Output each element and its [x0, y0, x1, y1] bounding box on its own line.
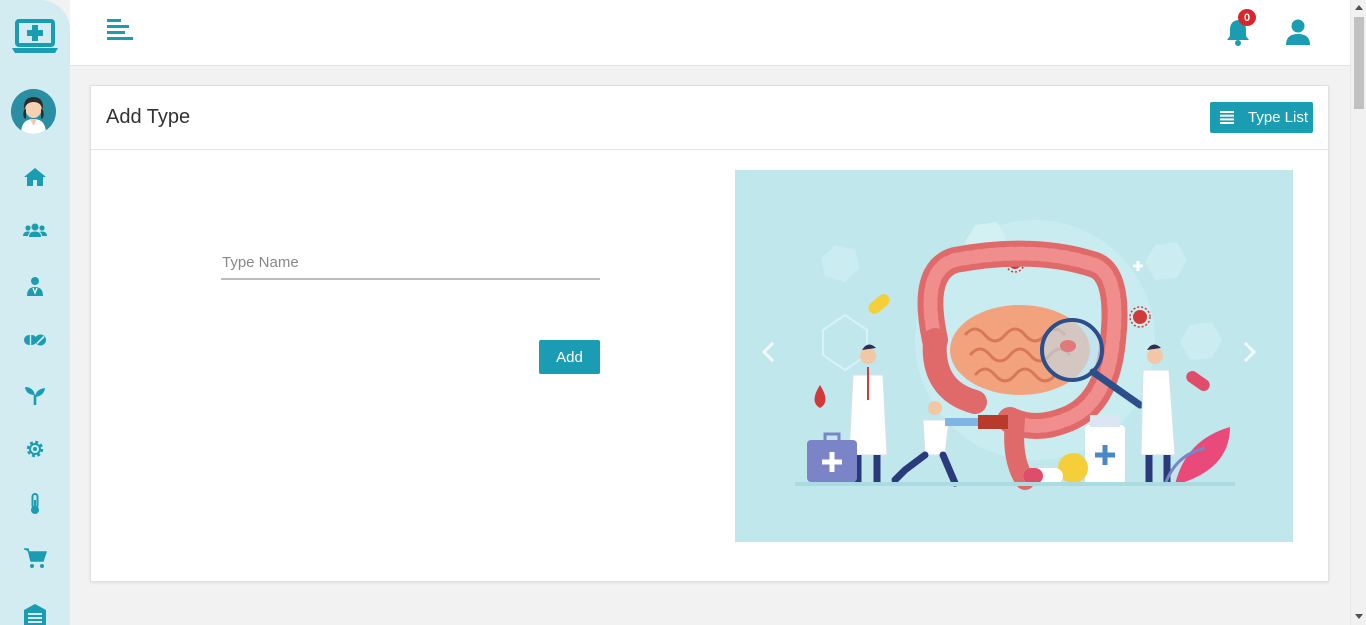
scroll-down-icon[interactable] — [1355, 614, 1363, 619]
page-scrollbar[interactable] — [1350, 0, 1366, 625]
page-title: Add Type — [106, 106, 191, 128]
cart-icon[interactable] — [21, 544, 49, 572]
warehouse-icon[interactable] — [21, 599, 49, 625]
list-icon — [1220, 111, 1234, 124]
type-list-button[interactable]: Type List — [1210, 102, 1313, 133]
type-name-input[interactable] — [221, 246, 600, 280]
scroll-up-icon[interactable] — [1355, 5, 1363, 10]
type-list-label: Type List — [1248, 109, 1309, 126]
doctor-avatar[interactable] — [11, 89, 56, 134]
add-button[interactable]: Add — [539, 340, 600, 374]
pills-icon[interactable] — [21, 326, 49, 354]
carousel-next-icon[interactable] — [1239, 340, 1259, 364]
user-icon[interactable] — [1285, 18, 1311, 46]
users-icon[interactable] — [21, 217, 49, 245]
seedling-icon[interactable] — [21, 381, 49, 409]
type-name-field — [221, 246, 600, 281]
gear-icon[interactable] — [21, 435, 49, 463]
carousel-prev-icon[interactable] — [759, 340, 779, 364]
scroll-thumb[interactable] — [1354, 17, 1364, 109]
sidebar — [0, 0, 70, 625]
top-bar: 0 — [70, 0, 1350, 66]
menu-toggle-icon[interactable] — [105, 18, 133, 44]
thermometer-icon[interactable] — [21, 490, 49, 518]
add-type-card: Add Type Type List Add — [90, 85, 1329, 582]
doctor-icon[interactable] — [21, 272, 49, 300]
intestine-doctors-illustration — [735, 170, 1293, 542]
home-icon[interactable] — [21, 163, 49, 191]
notification-count-badge: 0 — [1238, 9, 1256, 26]
card-header: Add Type Type List — [91, 86, 1328, 150]
medical-laptop-icon[interactable] — [12, 18, 58, 56]
